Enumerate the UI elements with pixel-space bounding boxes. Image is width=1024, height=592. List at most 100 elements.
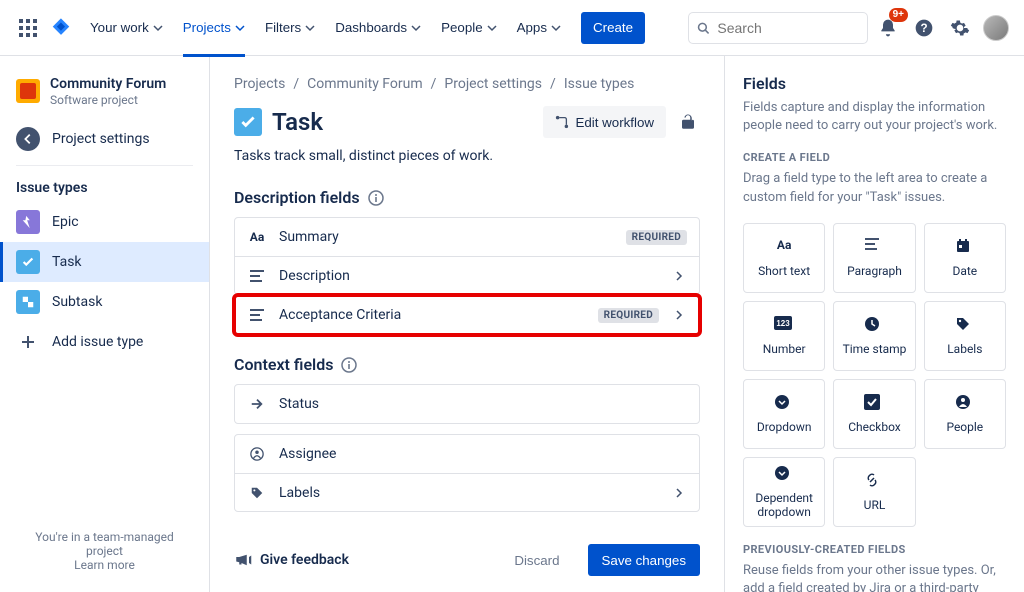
- tile-label: Time stamp: [843, 342, 907, 356]
- edit-workflow-button[interactable]: Edit workflow: [543, 106, 666, 138]
- notif-badge: 9+: [889, 8, 908, 22]
- tile-checkbox[interactable]: Checkbox: [833, 379, 915, 449]
- sidebar-item-label: Add issue type: [52, 334, 143, 350]
- tile-number[interactable]: 123 Number: [743, 301, 825, 371]
- workflow-icon: [555, 115, 569, 129]
- sidebar-item-label: Task: [52, 254, 82, 270]
- field-label: Acceptance Criteria: [279, 307, 586, 323]
- tile-label: Dependent dropdown: [748, 491, 820, 519]
- give-feedback-button[interactable]: Give feedback: [234, 551, 349, 569]
- chevron-right-icon: [671, 485, 687, 501]
- arrow-right-icon: [247, 394, 267, 414]
- tile-dependent-dropdown[interactable]: Dependent dropdown: [743, 457, 825, 527]
- dependent-dropdown-icon: [774, 465, 794, 485]
- number-icon: 123: [774, 316, 794, 336]
- paragraph-icon: [864, 238, 884, 258]
- sidebar-learn-more-link[interactable]: Learn more: [74, 558, 135, 572]
- tile-people[interactable]: People: [924, 379, 1006, 449]
- sidebar-item-label: Subtask: [52, 294, 102, 310]
- chevron-down-icon: [235, 23, 245, 33]
- help-button[interactable]: ?: [908, 12, 940, 44]
- nav-your-work[interactable]: Your work: [82, 12, 171, 44]
- sidebar-footer-text: You're in a team-managed project: [16, 530, 193, 558]
- sidebar-item-add-issue-type[interactable]: Add issue type: [0, 322, 209, 362]
- tile-timestamp[interactable]: Time stamp: [833, 301, 915, 371]
- chevron-down-icon: [411, 23, 421, 33]
- nav-label: Filters: [265, 20, 301, 35]
- tile-label: URL: [864, 498, 886, 512]
- required-badge: REQUIRED: [598, 308, 659, 323]
- paragraph-icon: [247, 266, 267, 286]
- tile-label: Labels: [947, 342, 982, 356]
- edit-workflow-label: Edit workflow: [575, 115, 654, 130]
- sidebar-item-subtask[interactable]: Subtask: [0, 282, 209, 322]
- checkbox-icon: [864, 394, 884, 414]
- discard-button[interactable]: Discard: [502, 544, 571, 576]
- field-label: Labels: [279, 485, 659, 501]
- nav-people[interactable]: People: [433, 12, 505, 44]
- unlock-icon[interactable]: [676, 110, 700, 134]
- search-box[interactable]: [688, 12, 868, 44]
- project-header: Community Forum Software project: [0, 72, 209, 119]
- field-row-assignee[interactable]: Assignee: [235, 435, 699, 473]
- calendar-icon: [955, 238, 975, 258]
- tile-label: Short text: [758, 264, 810, 278]
- tile-label: Number: [763, 342, 806, 356]
- svg-text:123: 123: [776, 319, 790, 328]
- nav-filters[interactable]: Filters: [257, 12, 323, 44]
- help-icon: ?: [914, 18, 934, 38]
- info-icon[interactable]: [368, 190, 384, 206]
- breadcrumb-issue-types[interactable]: Issue types: [564, 76, 635, 92]
- project-title: Community Forum: [50, 76, 166, 93]
- tile-labels[interactable]: Labels: [924, 301, 1006, 371]
- info-icon[interactable]: [341, 357, 357, 373]
- paragraph-icon: [247, 305, 267, 325]
- app-switcher[interactable]: [12, 12, 44, 44]
- profile-avatar[interactable]: [980, 12, 1012, 44]
- person-icon: [955, 394, 975, 414]
- search-input[interactable]: [715, 19, 859, 37]
- chevron-right-icon: [671, 268, 687, 284]
- link-icon: [864, 472, 884, 492]
- save-changes-button[interactable]: Save changes: [588, 544, 700, 576]
- tile-label: Checkbox: [848, 420, 901, 434]
- settings-button[interactable]: [944, 12, 976, 44]
- tile-label: Paragraph: [847, 264, 902, 278]
- create-button[interactable]: Create: [581, 12, 645, 44]
- nav-projects[interactable]: Projects: [175, 12, 253, 44]
- field-label: Description: [279, 268, 659, 284]
- section-description-fields: Description fields: [234, 188, 700, 207]
- tile-url[interactable]: URL: [833, 457, 915, 527]
- nav-label: Apps: [517, 20, 547, 35]
- breadcrumb-settings[interactable]: Project settings: [444, 76, 542, 92]
- chevron-down-icon: [153, 23, 163, 33]
- project-avatar-icon: [16, 79, 40, 103]
- field-label: Assignee: [279, 446, 687, 462]
- nav-label: People: [441, 20, 483, 35]
- field-row-summary[interactable]: Aa Summary REQUIRED: [235, 218, 699, 256]
- field-row-status[interactable]: Status: [235, 385, 699, 423]
- avatar-icon: [983, 15, 1009, 41]
- rightpanel-create-section: CREATE A FIELD: [743, 151, 1006, 164]
- nav-label: Dashboards: [335, 20, 407, 35]
- sidebar-item-epic[interactable]: Epic: [0, 202, 209, 242]
- tag-icon: [955, 316, 975, 336]
- breadcrumb-projects[interactable]: Projects: [234, 76, 285, 92]
- apps-icon: [19, 19, 37, 37]
- field-row-labels[interactable]: Labels: [235, 473, 699, 511]
- sidebar-item-task[interactable]: Task: [0, 242, 209, 282]
- tile-date[interactable]: Date: [924, 223, 1006, 293]
- field-row-acceptance-criteria[interactable]: Acceptance Criteria REQUIRED: [235, 296, 699, 334]
- tile-paragraph[interactable]: Paragraph: [833, 223, 915, 293]
- task-icon: [16, 250, 40, 274]
- nav-apps[interactable]: Apps: [509, 12, 569, 44]
- field-row-description[interactable]: Description: [235, 256, 699, 294]
- sidebar-item-project-settings-back[interactable]: Project settings: [0, 119, 209, 159]
- subtask-icon: [16, 290, 40, 314]
- tile-short-text[interactable]: AaShort text: [743, 223, 825, 293]
- tile-dropdown[interactable]: Dropdown: [743, 379, 825, 449]
- notifications-button[interactable]: 9+: [872, 12, 904, 44]
- breadcrumb-project[interactable]: Community Forum: [307, 76, 423, 92]
- nav-dashboards[interactable]: Dashboards: [327, 12, 429, 44]
- person-icon: [247, 444, 267, 464]
